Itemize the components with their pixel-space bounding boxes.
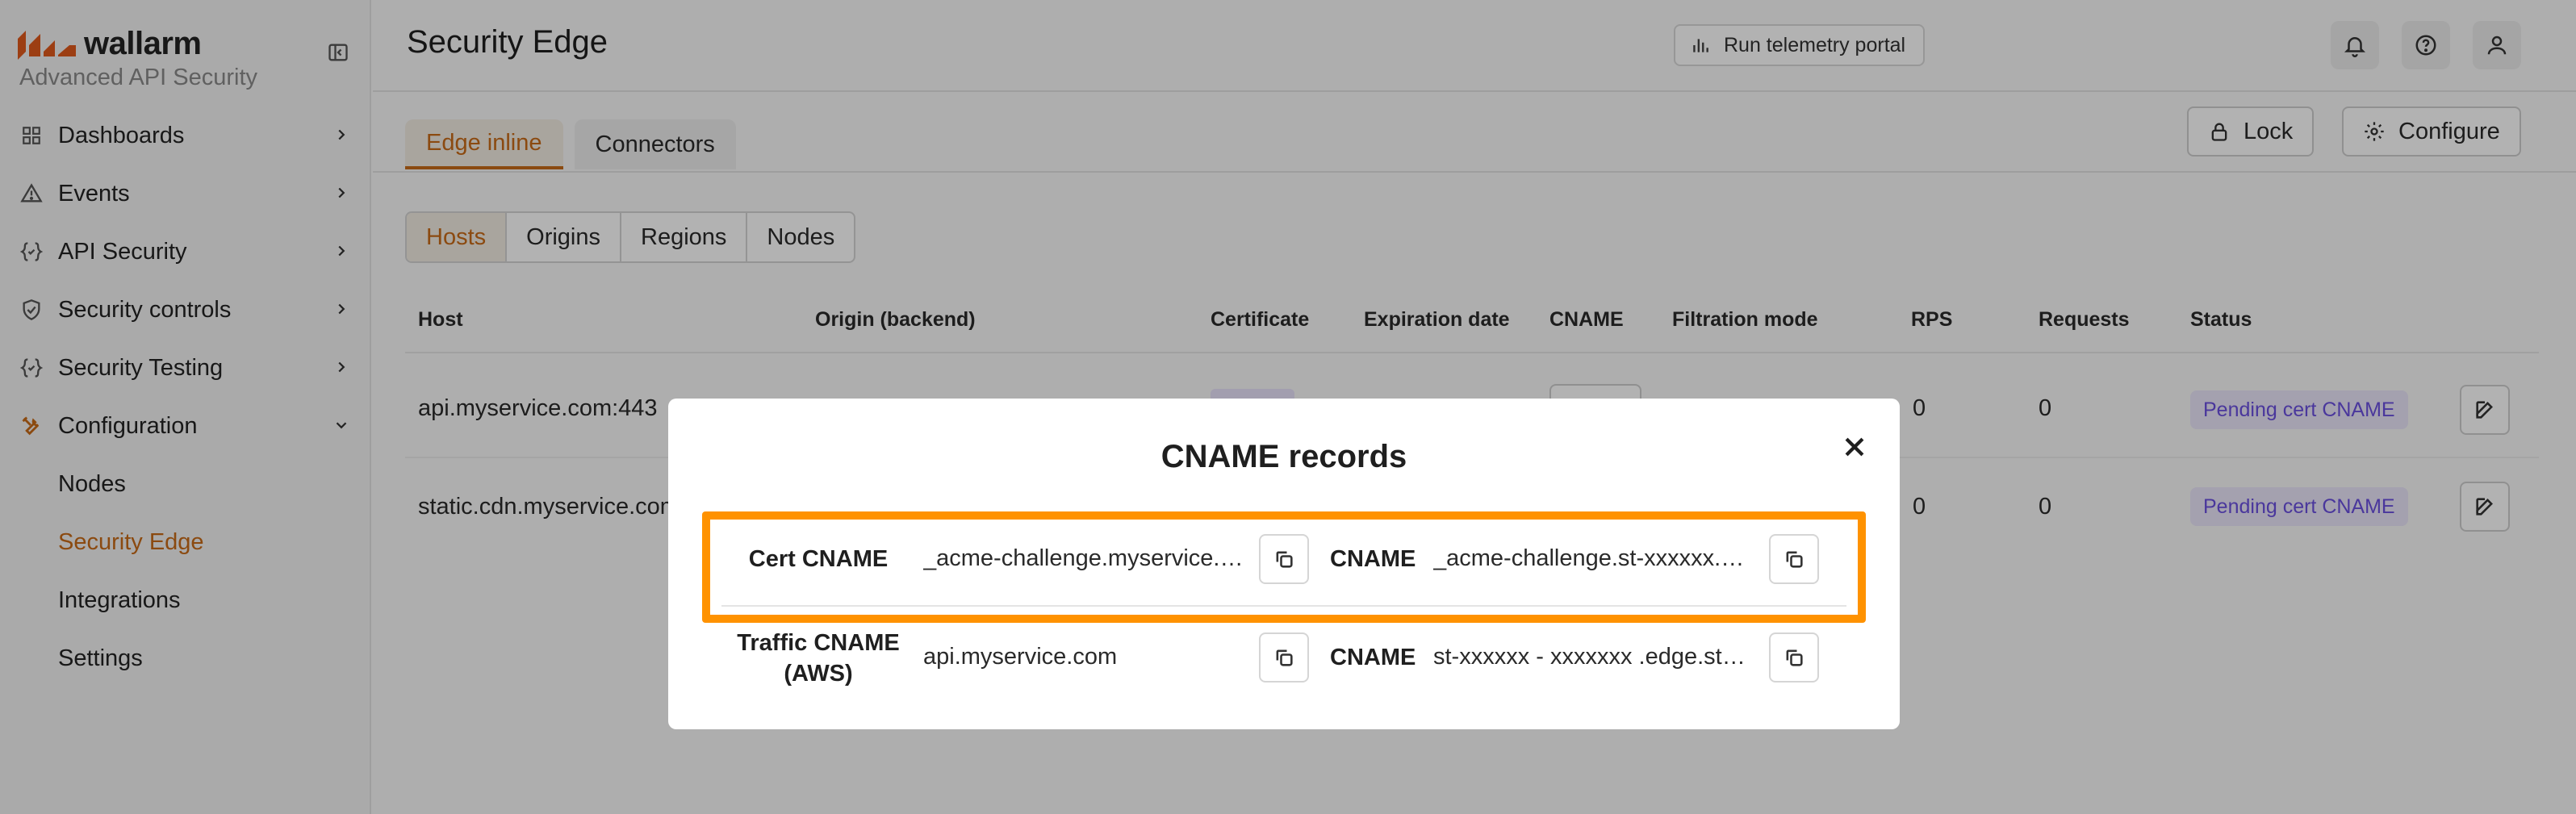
cname-value: st-xxxxxx - xxxxxxx .edge.st.wallarm.com xyxy=(1433,644,1748,670)
record-label: Cert CNAME xyxy=(748,546,889,572)
copy-icon xyxy=(1276,649,1293,666)
cname-value: _acme-challenge.st-xxxxxx.edge.st.wallar… xyxy=(1433,545,1748,571)
close-icon xyxy=(1845,437,1864,457)
cname-label: CNAME xyxy=(1330,645,1416,670)
cname-label: CNAME xyxy=(1330,546,1416,572)
dialog-title: CNAME records xyxy=(1160,439,1407,474)
record-label: Traffic CNAME (AWS) xyxy=(737,630,900,687)
copy-button[interactable] xyxy=(1769,534,1819,584)
copy-icon xyxy=(1276,551,1293,568)
cname-records-dialog: CNAME records Cert CNAME _acme-challenge… xyxy=(668,399,1900,729)
close-dialog-button[interactable] xyxy=(1837,429,1872,465)
copy-icon xyxy=(1786,649,1803,666)
copy-button[interactable] xyxy=(1259,534,1309,584)
copy-icon xyxy=(1786,551,1803,568)
record-value: api.myservice.com xyxy=(923,644,1118,670)
row-divider xyxy=(721,605,1846,607)
copy-button[interactable] xyxy=(1769,632,1819,683)
record-value: _acme-challenge.myservice.com xyxy=(923,545,1246,571)
copy-button[interactable] xyxy=(1259,632,1309,683)
